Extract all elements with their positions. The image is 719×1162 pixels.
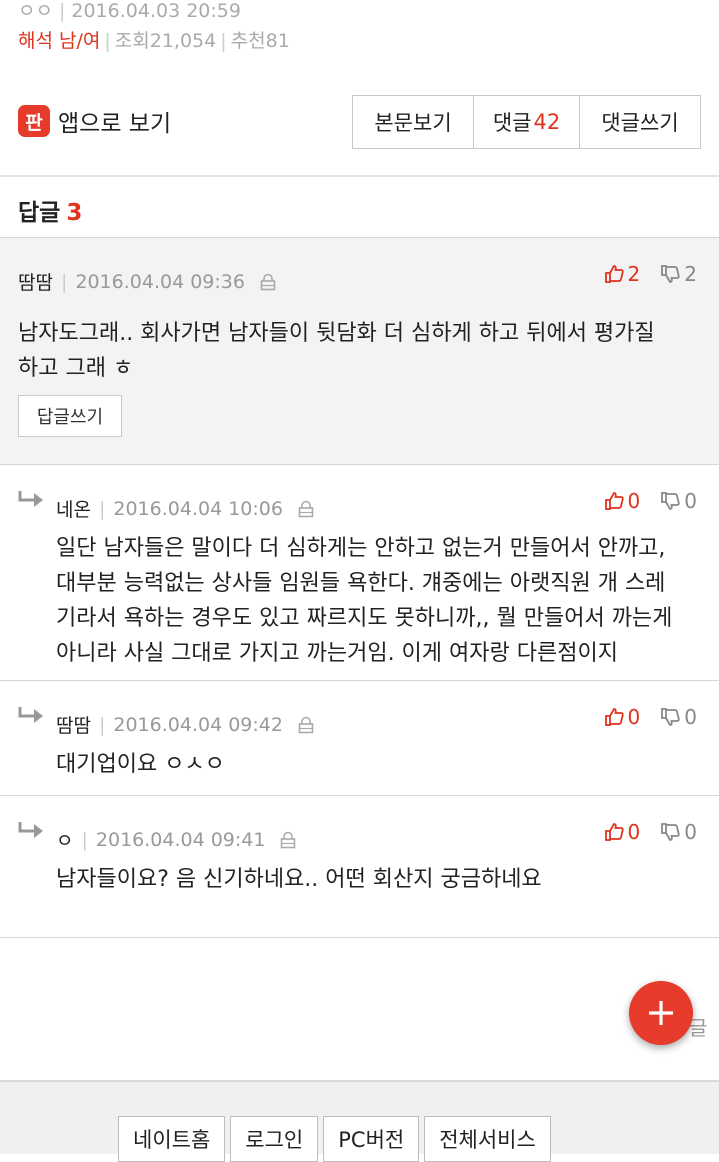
- write-fab-button[interactable]: [629, 981, 693, 1045]
- reply-body: 남자들이요? 음 신기하네요.. 어떤 회산지 궁금하네요: [56, 867, 542, 892]
- write-comment-button[interactable]: 댓글쓰기: [579, 96, 700, 148]
- thumbs-up-icon: [604, 265, 624, 283]
- reply-item: 땀땀 | 2016.04.04 09:42 0 0 대기업이요 ㅇㅅㅇ: [0, 681, 719, 796]
- reply-author[interactable]: 네온: [56, 495, 91, 522]
- comments-count: 42: [533, 110, 561, 134]
- recommend-label: 추천: [230, 30, 266, 52]
- separator: |: [81, 828, 88, 851]
- footer-link-all-services[interactable]: 전체서비스: [424, 1116, 551, 1162]
- separator: |: [220, 30, 227, 52]
- thumbs-up-icon: [604, 492, 624, 510]
- view-body-button[interactable]: 본문보기: [353, 96, 473, 148]
- reply-author[interactable]: ㅇ: [56, 826, 73, 853]
- upvote-button[interactable]: 0: [604, 820, 641, 844]
- reply-item: ㅇ | 2016.04.04 09:41 0 0 남자들이요? 음 신기하네요.…: [0, 796, 719, 938]
- reply-datetime: 2016.04.04 09:42: [113, 713, 283, 736]
- reply-item: 네온 | 2016.04.04 10:06 0 0 일단 남자들은 말이다 더 …: [0, 465, 719, 681]
- reply-datetime: 2016.04.04 09:41: [95, 828, 266, 851]
- comment-datetime: 2016.04.04 09:36: [75, 270, 245, 293]
- open-in-app-link[interactable]: 판 앱으로 보기: [18, 104, 171, 138]
- separator: |: [98, 713, 106, 736]
- comment-item: 땀땀 | 2016.04.04 09:36 2 2 남자도그래.. 회사가면 남…: [0, 238, 719, 465]
- downvote-button[interactable]: 0: [660, 820, 697, 844]
- upvote-button[interactable]: 0: [604, 705, 641, 729]
- upvote-count: 0: [627, 820, 641, 844]
- reply-body: 대기업이요 ㅇㅅㅇ: [56, 752, 225, 777]
- author-mark: ㅇㅇ: [18, 0, 53, 22]
- reply-arrow-icon: [18, 491, 43, 507]
- footer: 네이트홈 로그인 PC버전 전체서비스: [0, 1080, 719, 1162]
- reply-author[interactable]: 땀땀: [56, 711, 91, 738]
- downvote-count: 2: [684, 262, 697, 286]
- lock-icon[interactable]: [259, 273, 277, 291]
- reply-header: 땀땀 | 2016.04.04 09:42: [56, 711, 315, 738]
- downvote-count: 0: [684, 820, 697, 844]
- post-meta-top: ㅇㅇ | 2016.04.03 20:59: [18, 0, 241, 23]
- views-label: 조회: [114, 30, 150, 52]
- downvote-count: 0: [684, 705, 697, 729]
- post-nav-buttons: 본문보기 댓글 42 댓글쓰기: [352, 95, 701, 149]
- views-count: 21,054: [149, 30, 217, 52]
- lock-icon[interactable]: [297, 716, 315, 734]
- write-comment-label: 댓글쓰기: [601, 111, 679, 135]
- replies-title: 답글: [18, 200, 61, 226]
- separator: |: [98, 497, 106, 520]
- reply-votes: 0 0: [604, 820, 697, 844]
- thumbs-up-icon: [604, 823, 624, 841]
- recommend-count: 81: [265, 30, 290, 52]
- comments-button[interactable]: 댓글 42: [473, 96, 579, 148]
- reply-votes: 0 0: [604, 489, 697, 513]
- upvote-button[interactable]: 0: [604, 489, 641, 513]
- footer-links: 네이트홈 로그인 PC버전 전체서비스: [118, 1116, 556, 1162]
- lock-icon[interactable]: [279, 831, 297, 849]
- comment-header: 땀땀 | 2016.04.04 09:36: [18, 268, 277, 295]
- footer-link-login[interactable]: 로그인: [230, 1116, 319, 1162]
- separator: |: [104, 30, 111, 52]
- reply-write-button[interactable]: 답글쓰기: [18, 395, 122, 437]
- thumbs-down-icon: [661, 492, 680, 510]
- reply-header: ㅇ | 2016.04.04 09:41: [56, 826, 297, 853]
- separator: |: [60, 270, 68, 293]
- comments-label: 댓글: [492, 111, 532, 135]
- plus-icon: [649, 1001, 673, 1025]
- post-datetime: 2016.04.03 20:59: [71, 0, 241, 22]
- reply-body: 일단 남자들은 말이다 더 심하게는 안하고 없는거 만들어서 안까고, 대부분…: [56, 536, 673, 666]
- upvote-count: 2: [627, 262, 641, 286]
- comment-body: 남자도그래.. 회사가면 남자들이 뒷담화 더 심하게 하고 뒤에서 평가질 하…: [18, 321, 655, 381]
- downvote-count: 0: [684, 489, 697, 513]
- post-category[interactable]: 해석 남/여: [18, 30, 100, 52]
- comment-votes: 2 2: [604, 262, 697, 286]
- thumbs-down-icon: [661, 708, 680, 726]
- thumbs-down-icon: [661, 265, 680, 283]
- separator: |: [58, 0, 66, 22]
- post-meta-sub: 해석 남/여 | 조회21,054 | 추천81: [18, 26, 290, 53]
- comment-author[interactable]: 땀땀: [18, 268, 53, 295]
- upvote-count: 0: [627, 705, 641, 729]
- reply-arrow-icon: [18, 822, 43, 838]
- lock-icon[interactable]: [297, 500, 315, 518]
- reply-header: 네온 | 2016.04.04 10:06: [56, 495, 315, 522]
- replies-count: 3: [66, 200, 83, 226]
- divider: [0, 175, 719, 177]
- reply-arrow-icon: [18, 707, 43, 723]
- downvote-button[interactable]: 0: [660, 489, 697, 513]
- pann-logo-icon: 판: [18, 105, 50, 137]
- replies-section-title: 답글 3: [18, 193, 82, 227]
- thumbs-down-icon: [661, 823, 680, 841]
- reply-votes: 0 0: [604, 705, 697, 729]
- reply-datetime: 2016.04.04 10:06: [113, 497, 283, 520]
- upvote-button[interactable]: 2: [604, 262, 641, 286]
- thumbs-up-icon: [604, 708, 624, 726]
- view-body-label: 본문보기: [374, 111, 452, 135]
- downvote-button[interactable]: 2: [660, 262, 697, 286]
- footer-link-pc-version[interactable]: PC버전: [323, 1116, 420, 1162]
- downvote-button[interactable]: 0: [660, 705, 697, 729]
- upvote-count: 0: [627, 489, 641, 513]
- footer-link-nate-home[interactable]: 네이트홈: [118, 1116, 226, 1162]
- open-in-app-label: 앱으로 보기: [58, 111, 172, 137]
